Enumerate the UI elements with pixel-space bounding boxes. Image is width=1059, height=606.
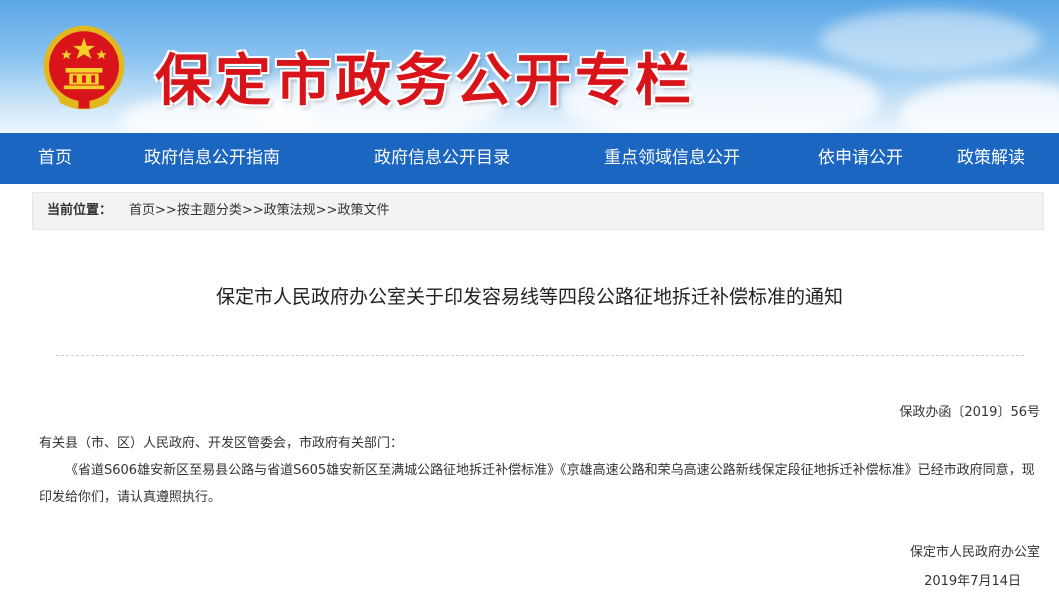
cloud-decoration xyxy=(820,10,1040,70)
document-title: 保定市人民政府办公室关于印发容易线等四段公路征地拆迁补偿标准的通知 xyxy=(215,286,843,308)
title-divider xyxy=(56,355,1024,356)
main-nav: 首页 政府信息公开指南 政府信息公开目录 重点领域信息公开 依申请公开 政策解读 xyxy=(0,133,1059,184)
nav-item-request-disclosure[interactable]: 依申请公开 xyxy=(818,133,903,184)
nav-item-disclosure-catalog[interactable]: 政府信息公开目录 xyxy=(374,133,510,184)
breadcrumb-trail: 首页>>按主题分类>>政策法规>>政策文件 xyxy=(129,193,389,229)
breadcrumb: 当前位置： 首页>>按主题分类>>政策法规>>政策文件 xyxy=(32,192,1044,230)
national-emblem-icon xyxy=(43,25,125,110)
document-number: 保政办函〔2019〕56号 xyxy=(899,405,1040,420)
document-addressee: 有关县（市、区）人民政府、开发区管委会，市政府有关部门： xyxy=(39,436,404,451)
document-issuer: 保定市人民政府办公室 xyxy=(909,545,1040,560)
site-title: 保定市政务公开专栏 xyxy=(155,49,695,114)
nav-item-disclosure-guide[interactable]: 政府信息公开指南 xyxy=(144,133,280,184)
breadcrumb-separator: >> xyxy=(241,203,264,218)
nav-item-home[interactable]: 首页 xyxy=(38,133,72,184)
nav-item-policy-interpretation[interactable]: 政策解读 xyxy=(957,133,1025,184)
breadcrumb-separator: >> xyxy=(315,203,338,218)
cloud-decoration xyxy=(900,80,1059,133)
header-banner: 保定市政务公开专栏 xyxy=(0,0,1059,133)
breadcrumb-policy-regulations-link[interactable]: 政策法规 xyxy=(264,203,316,218)
breadcrumb-home-link[interactable]: 首页 xyxy=(129,203,155,218)
breadcrumb-separator: >> xyxy=(155,203,177,218)
breadcrumb-policy-documents-link[interactable]: 政策文件 xyxy=(337,203,389,218)
breadcrumb-by-topic-link[interactable]: 按主题分类 xyxy=(177,203,242,218)
document-date: 2019年7月14日 xyxy=(924,574,1021,589)
document-body: 《省道S606雄安新区至易县公路与省道S605雄安新区至满城公路征地拆迁补偿标准… xyxy=(39,463,1035,505)
breadcrumb-label: 当前位置： xyxy=(47,203,113,218)
nav-item-key-areas[interactable]: 重点领域信息公开 xyxy=(604,133,740,184)
